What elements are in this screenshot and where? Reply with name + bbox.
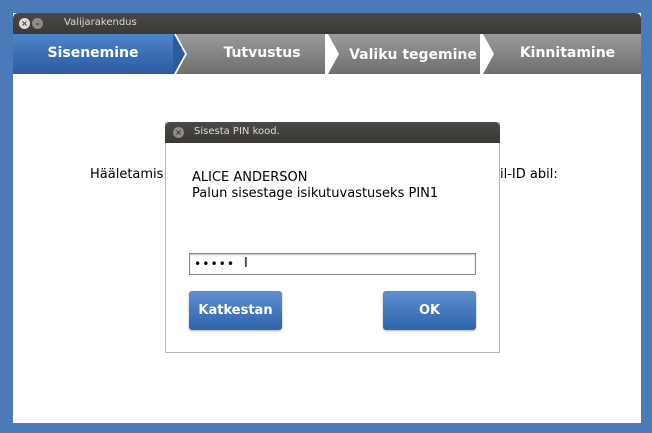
text-cursor-icon: I — [244, 256, 248, 271]
close-icon[interactable]: × — [173, 127, 184, 138]
pin-input[interactable] — [189, 253, 476, 275]
step-label: Tutvustus — [223, 45, 301, 61]
step-login: Sisenemine — [13, 34, 173, 74]
step-separator-icon — [480, 34, 494, 74]
cancel-button[interactable]: Katkestan — [189, 291, 282, 330]
step-choice: Valiku tegemine — [339, 36, 487, 76]
step-confirmation: Kinnitamine — [494, 34, 641, 74]
pin-prompt: Palun sisestage isikutuvastuseks PIN1 — [192, 186, 439, 201]
dialog-titlebar: × Sisesta PIN kood. — [165, 122, 500, 143]
window-titlebar: × – Valijarakendus — [13, 13, 641, 34]
step-label: Valiku tegemine — [349, 47, 477, 63]
step-navigation: Sisenemine Tutvustus Valiku tegemine Kin… — [13, 34, 641, 74]
step-label: Sisenemine — [47, 45, 139, 61]
minimize-icon[interactable]: – — [32, 18, 43, 29]
window-title: Valijarakendus — [64, 17, 137, 28]
step-introduction: Tutvustus — [187, 34, 337, 74]
step-separator-icon — [325, 34, 339, 74]
main-instruction-left: Hääletamis — [90, 167, 164, 182]
ok-button[interactable]: OK — [383, 291, 476, 330]
dialog-title: Sisesta PIN kood. — [194, 126, 280, 137]
pin-dialog: × Sisesta PIN kood. ALICE ANDERSON Palun… — [165, 122, 500, 353]
close-icon[interactable]: × — [19, 18, 30, 29]
main-instruction-right: il-ID abil: — [500, 167, 558, 182]
step-separator-icon — [173, 34, 187, 74]
user-name: ALICE ANDERSON — [192, 170, 308, 185]
step-label: Kinnitamine — [519, 45, 616, 61]
